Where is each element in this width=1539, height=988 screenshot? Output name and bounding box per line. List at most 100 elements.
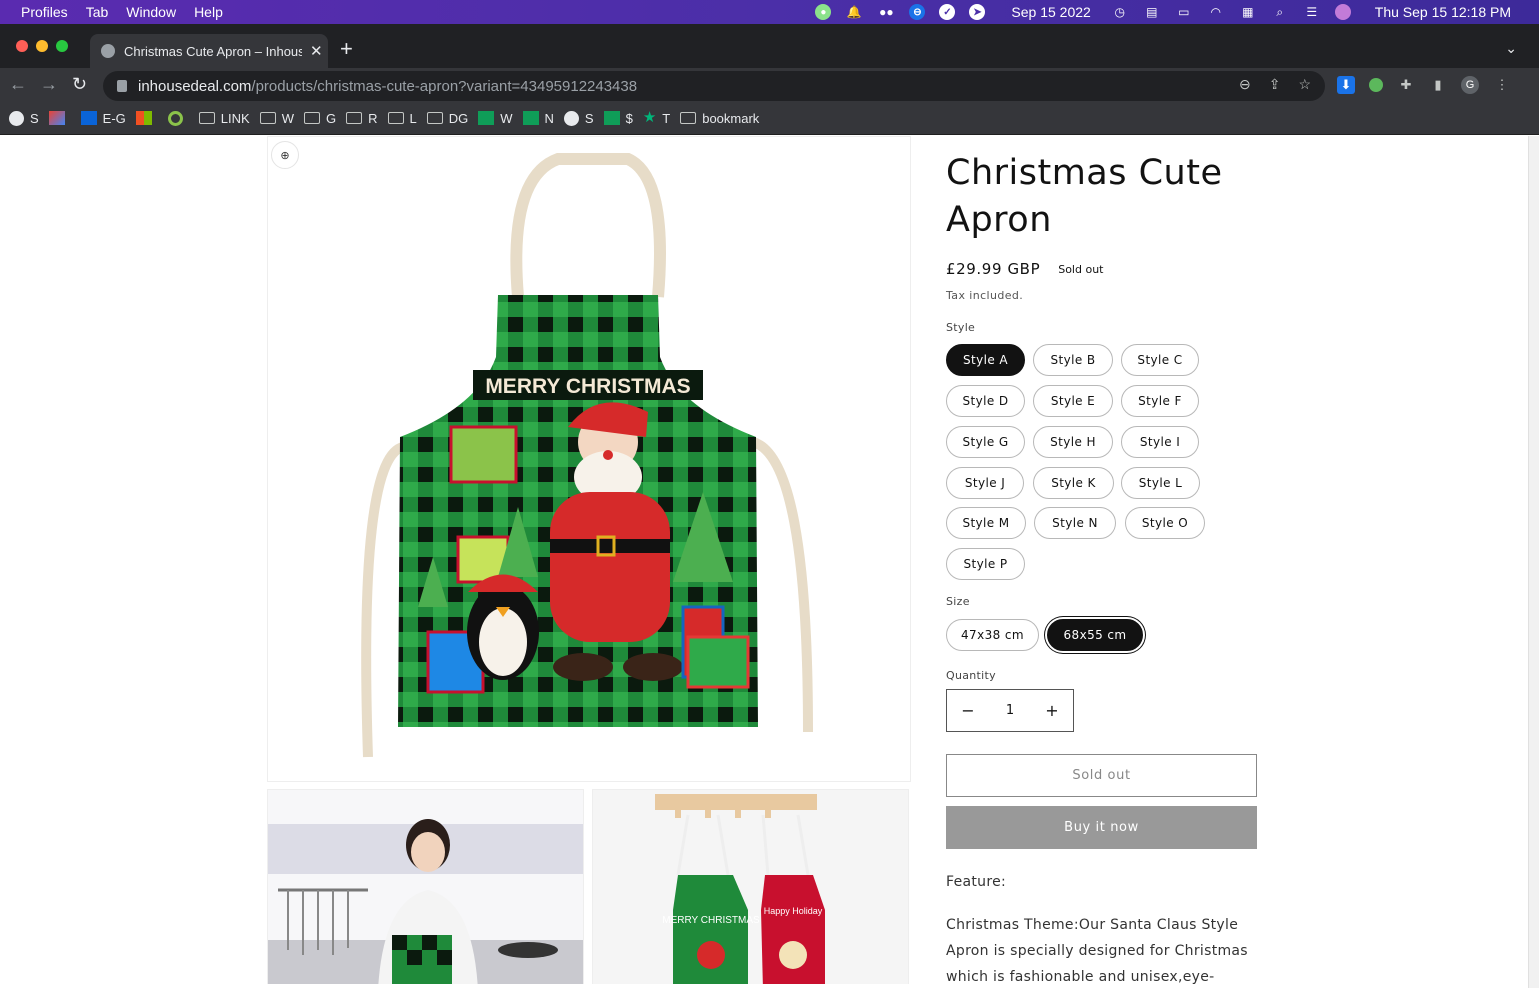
bookmark-item[interactable]: N	[522, 111, 554, 126]
siri-icon[interactable]	[1334, 4, 1351, 20]
tab-strip: Christmas Cute Apron – Inhous ✕ + ⌄	[0, 24, 1539, 68]
bookmark-item[interactable]: ★ T	[643, 110, 670, 126]
arrow-icon[interactable]: ➤	[969, 4, 986, 20]
time-machine-icon[interactable]: ◷	[1111, 4, 1129, 20]
style-option-style-d[interactable]: Style D	[946, 385, 1025, 417]
zoom-image-button[interactable]: ⊕	[271, 141, 299, 169]
size-option-68x55[interactable]: 68x55 cm	[1047, 619, 1143, 651]
hanging-aprons-photo: MERRY CHRISTMAS Happy Holiday	[593, 790, 908, 984]
back-icon[interactable]: ←	[9, 74, 27, 94]
style-option-style-g[interactable]: Style G	[946, 426, 1025, 458]
bookmark-item[interactable]: W	[478, 111, 513, 126]
wechat-icon[interactable]: ●●	[877, 4, 895, 20]
product-thumbnail-hanging[interactable]: MERRY CHRISTMAS Happy Holiday	[592, 789, 909, 984]
bookmarks-bar: S E-G LINK W G R L DG W N S $ ★ Tbookmark	[0, 102, 1539, 135]
share-icon[interactable]: ⇪	[1269, 76, 1281, 93]
zoom-window-button[interactable]	[56, 40, 68, 52]
bookmark-item[interactable]: W	[259, 111, 294, 126]
spotlight-icon[interactable]: ⌕	[1271, 4, 1289, 20]
bookmark-item[interactable]: S	[563, 110, 594, 126]
battery-icon[interactable]: ▭	[1175, 4, 1193, 20]
minimize-window-button[interactable]	[36, 40, 48, 52]
tab-search-chevron-icon[interactable]: ⌄	[1505, 40, 1517, 57]
download-extension-icon[interactable]: ⬇	[1337, 76, 1355, 94]
menu-tab[interactable]: Tab	[86, 4, 109, 20]
menu-window[interactable]: Window	[126, 4, 176, 20]
style-option-style-h[interactable]: Style H	[1033, 426, 1113, 458]
extensions-puzzle-icon[interactable]: ✚	[1397, 76, 1415, 94]
control-center-icon[interactable]: ☰	[1303, 4, 1321, 20]
plus-icon	[478, 111, 495, 125]
chat-icon[interactable]: ⊖	[909, 4, 926, 20]
line-icon[interactable]: ●	[815, 4, 832, 20]
bookmark-star-icon[interactable]: ☆	[1298, 76, 1311, 93]
style-option-style-e[interactable]: Style E	[1033, 385, 1113, 417]
sold-out-button[interactable]: Sold out	[946, 754, 1257, 797]
profile-avatar[interactable]: G	[1461, 76, 1479, 94]
main-product-image[interactable]: MERRY CHRISTMAS	[267, 136, 911, 782]
style-option-style-j[interactable]: Style J	[946, 467, 1024, 499]
wifi-icon[interactable]: ◠	[1207, 4, 1225, 20]
zoom-lens-icon[interactable]: ⊖	[1239, 76, 1251, 93]
bookmark-item[interactable]: LINK	[198, 110, 250, 126]
bookmark-item[interactable]: E-G	[80, 110, 126, 126]
style-option-style-o[interactable]: Style O	[1125, 507, 1205, 539]
forward-icon[interactable]: →	[40, 74, 58, 94]
bookmark-item[interactable]: bookmark	[680, 111, 759, 126]
folder-icon	[198, 112, 215, 124]
price-row: £29.99 GBP Sold out	[946, 260, 1107, 278]
folder-icon	[259, 112, 276, 124]
kebab-menu-icon[interactable]: ⋮	[1493, 76, 1511, 94]
style-option-style-n[interactable]: Style N	[1034, 507, 1116, 539]
page-scrollbar[interactable]	[1528, 136, 1539, 988]
bookmark-item[interactable]: $	[603, 111, 633, 126]
bookmark-item[interactable]: R	[346, 110, 378, 126]
bookmark-item[interactable]: S	[9, 110, 39, 126]
style-option-style-i[interactable]: Style I	[1121, 426, 1199, 458]
buy-it-now-button[interactable]: Buy it now	[946, 806, 1257, 849]
bookmark-item[interactable]: DG	[426, 111, 468, 126]
url-path: /products/christmas-cute-apron?variant=4…	[251, 77, 638, 95]
side-panel-icon[interactable]: ▮	[1429, 76, 1447, 94]
browser-tab[interactable]: Christmas Cute Apron – Inhous ✕	[90, 34, 328, 68]
bookmark-label: R	[368, 110, 378, 126]
style-option-style-c[interactable]: Style C	[1121, 344, 1199, 376]
style-option-style-l[interactable]: Style L	[1121, 467, 1200, 499]
new-tab-icon[interactable]: +	[340, 38, 353, 60]
microsoft-icon	[135, 111, 152, 125]
size-option-47x38[interactable]: 47x38 cm	[946, 619, 1039, 651]
green-extension-icon[interactable]	[1369, 78, 1383, 92]
menubar-date: Sep 15 2022	[1011, 4, 1091, 20]
magnify-icon: ⊕	[280, 149, 290, 162]
style-option-style-m[interactable]: Style M	[946, 507, 1026, 539]
bookmark-item[interactable]	[48, 111, 71, 125]
flag-icon[interactable]: ▤	[1143, 4, 1161, 20]
lock-icon[interactable]	[117, 80, 127, 92]
bookmark-label: E-G	[102, 110, 126, 126]
quantity-input[interactable]: 1	[989, 703, 1031, 718]
bookmark-item[interactable]	[167, 110, 189, 126]
bookmark-item[interactable]	[135, 111, 158, 125]
bookmark-item[interactable]: G	[303, 111, 336, 126]
style-option-style-a[interactable]: Style A	[946, 344, 1025, 376]
style-option-style-f[interactable]: Style F	[1121, 385, 1199, 417]
outlook-icon	[80, 111, 97, 125]
address-bar[interactable]: inhousedeal.com/products/christmas-cute-…	[103, 71, 1325, 101]
style-option-style-b[interactable]: Style B	[1033, 344, 1113, 376]
bookmark-item[interactable]: L	[387, 111, 417, 126]
menu-help[interactable]: Help	[194, 4, 223, 20]
check-icon[interactable]: ✓	[939, 4, 956, 20]
menu-profiles[interactable]: Profiles	[21, 4, 68, 20]
bookmark-label: LINK	[220, 110, 250, 126]
quantity-decrease-button[interactable]: −	[947, 701, 989, 720]
style-option-style-k[interactable]: Style K	[1033, 467, 1114, 499]
bell-icon[interactable]: 🔔	[845, 4, 863, 20]
quantity-stepper: − 1 +	[946, 689, 1074, 732]
tab-close-icon[interactable]: ✕	[310, 42, 323, 60]
product-thumbnail-kitchen[interactable]	[267, 789, 584, 984]
quantity-increase-button[interactable]: +	[1031, 701, 1073, 720]
keyboard-icon[interactable]: ▦	[1239, 4, 1257, 20]
style-option-style-p[interactable]: Style P	[946, 548, 1025, 580]
close-window-button[interactable]	[16, 40, 28, 52]
reload-icon[interactable]: ↻	[72, 74, 87, 94]
